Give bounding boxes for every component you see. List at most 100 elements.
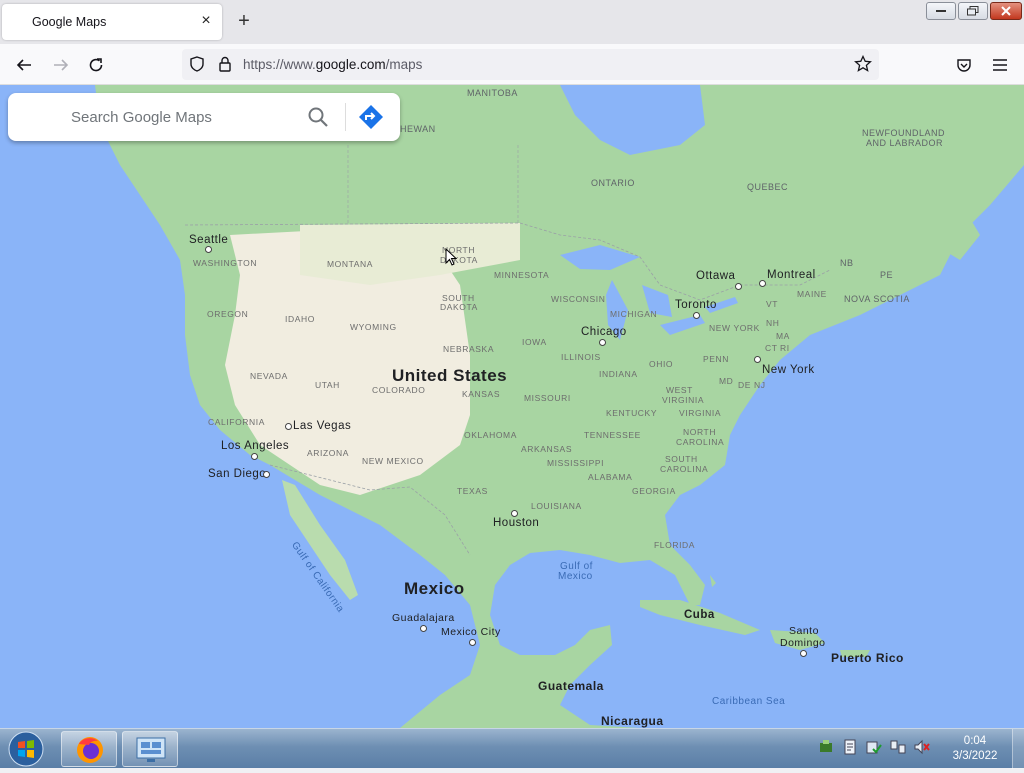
city-dot-montreal[interactable] bbox=[759, 280, 766, 287]
navigation-bar: https://www.google.com/maps bbox=[0, 44, 1024, 85]
city-dot-houston[interactable] bbox=[511, 510, 518, 517]
firefox-icon bbox=[77, 737, 103, 763]
city-dot-los-angeles[interactable] bbox=[251, 453, 258, 460]
city-dot-ottawa[interactable] bbox=[735, 283, 742, 290]
directions-button[interactable] bbox=[358, 104, 384, 130]
label-de: DE bbox=[738, 380, 752, 390]
network-connection-tray-icon[interactable] bbox=[890, 739, 906, 755]
bookmark-star-icon[interactable] bbox=[852, 53, 874, 75]
taskbar-firefox[interactable] bbox=[61, 731, 117, 767]
label-nh: NH bbox=[766, 318, 780, 328]
minimize-button[interactable] bbox=[926, 2, 956, 20]
city-dot-new-york[interactable] bbox=[754, 356, 761, 363]
label-nicaragua: Nicaragua bbox=[601, 714, 664, 728]
label-gulf-of-mexico-2: Mexico bbox=[558, 571, 593, 582]
show-desktop-button[interactable] bbox=[1012, 729, 1024, 769]
city-dot-chicago[interactable] bbox=[599, 339, 606, 346]
windows-start-icon bbox=[8, 731, 44, 767]
label-montreal: Montreal bbox=[767, 269, 816, 281]
label-virginia: VIRGINIA bbox=[679, 408, 722, 418]
label-minnesota: MINNESOTA bbox=[494, 270, 550, 280]
label-indiana: INDIANA bbox=[599, 369, 638, 379]
label-ohio: OHIO bbox=[649, 359, 674, 369]
label-ct: CT bbox=[765, 343, 778, 353]
label-west-virginia-1: WEST bbox=[666, 385, 693, 395]
label-north-carolina-2: CAROLINA bbox=[676, 437, 725, 447]
tab-google-maps[interactable]: Google Maps × bbox=[2, 4, 222, 40]
network-tray-icon[interactable] bbox=[818, 739, 834, 755]
search-button[interactable] bbox=[306, 105, 330, 129]
close-tab-icon[interactable]: × bbox=[198, 13, 214, 29]
map-terrain bbox=[95, 85, 1024, 728]
label-louisiana: LOUISIANA bbox=[531, 501, 582, 511]
city-dot-mexico-city[interactable] bbox=[469, 639, 476, 646]
label-kansas: KANSAS bbox=[462, 389, 501, 399]
city-dot-santo-domingo[interactable] bbox=[800, 650, 807, 657]
pocket-icon[interactable] bbox=[953, 54, 975, 76]
label-wisconsin: WISCONSIN bbox=[551, 294, 606, 304]
label-west-virginia-2: VIRGINIA bbox=[662, 395, 705, 405]
label-utah: UTAH bbox=[315, 380, 340, 390]
menu-hamburger-icon[interactable] bbox=[989, 54, 1011, 76]
taskbar-clock[interactable]: 0:04 3/3/2022 bbox=[946, 734, 1004, 764]
label-north-carolina-1: NORTH bbox=[683, 427, 717, 437]
label-nebraska: NEBRASKA bbox=[443, 344, 495, 354]
label-michigan: MICHIGAN bbox=[610, 309, 658, 319]
restore-button[interactable] bbox=[958, 2, 988, 20]
document-tray-icon[interactable] bbox=[842, 739, 858, 755]
label-new-mexico: NEW MEXICO bbox=[362, 456, 424, 466]
label-las-vegas: Las Vegas bbox=[293, 420, 352, 432]
label-saskatchewan: HEWAN bbox=[400, 124, 436, 134]
search-input[interactable] bbox=[71, 105, 301, 129]
start-button[interactable] bbox=[6, 730, 46, 768]
taskbar-remote-desktop[interactable] bbox=[122, 731, 178, 767]
label-iowa: IOWA bbox=[522, 337, 547, 347]
label-maine: MAINE bbox=[797, 289, 827, 299]
label-ottawa: Ottawa bbox=[696, 270, 736, 282]
volume-muted-tray-icon[interactable] bbox=[914, 739, 930, 755]
close-window-button[interactable] bbox=[990, 2, 1022, 20]
label-mexico-city: Mexico City bbox=[441, 626, 501, 638]
system-tray bbox=[818, 739, 930, 755]
label-tennessee: TENNESSEE bbox=[584, 430, 641, 440]
label-san-diego: San Diego bbox=[208, 468, 267, 480]
close-icon bbox=[1001, 6, 1011, 16]
label-penn: PENN bbox=[703, 354, 730, 364]
back-arrow-icon[interactable] bbox=[13, 54, 35, 76]
label-ontario: ONTARIO bbox=[591, 178, 635, 188]
reload-icon[interactable] bbox=[85, 54, 107, 76]
city-dot-guadalajara[interactable] bbox=[420, 625, 427, 632]
label-nova-scotia: NOVA SCOTIA bbox=[844, 294, 910, 304]
city-dot-las-vegas[interactable] bbox=[285, 423, 292, 430]
forward-arrow-icon[interactable] bbox=[50, 54, 72, 76]
map-canvas[interactable]: MANITOBA HEWAN ONTARIO QUEBEC NEWFOUNDLA… bbox=[0, 85, 1024, 728]
label-california: CALIFORNIA bbox=[208, 417, 266, 427]
search-divider bbox=[345, 103, 346, 131]
label-newfoundland-2: AND LABRADOR bbox=[866, 138, 944, 148]
clock-time: 0:04 bbox=[963, 735, 987, 747]
window-controls bbox=[926, 2, 1022, 20]
label-los-angeles: Los Angeles bbox=[221, 440, 290, 452]
label-ma: MA bbox=[776, 331, 790, 341]
city-dot-seattle[interactable] bbox=[205, 246, 212, 253]
label-md: MD bbox=[719, 376, 734, 386]
label-washington: WASHINGTON bbox=[193, 258, 258, 268]
lock-icon[interactable] bbox=[214, 53, 236, 75]
label-pe: PE bbox=[880, 270, 894, 280]
address-bar[interactable]: https://www.google.com/maps bbox=[182, 49, 879, 80]
label-houston: Houston bbox=[493, 517, 540, 529]
label-guadalajara: Guadalajara bbox=[392, 612, 455, 624]
label-montana: MONTANA bbox=[327, 259, 374, 269]
tab-strip: Google Maps × + bbox=[0, 0, 1024, 44]
city-dot-toronto[interactable] bbox=[693, 312, 700, 319]
label-illinois: ILLINOIS bbox=[561, 352, 601, 362]
shield-icon[interactable] bbox=[186, 53, 208, 75]
security-check-tray-icon[interactable] bbox=[866, 739, 882, 755]
label-colorado: COLORADO bbox=[372, 385, 426, 395]
new-tab-plus-icon[interactable]: + bbox=[234, 11, 254, 31]
label-seattle: Seattle bbox=[189, 234, 229, 246]
label-vt: VT bbox=[766, 299, 779, 309]
minimize-icon bbox=[936, 10, 946, 12]
remote-desktop-icon bbox=[136, 737, 166, 762]
city-dot-san-diego[interactable] bbox=[263, 471, 270, 478]
